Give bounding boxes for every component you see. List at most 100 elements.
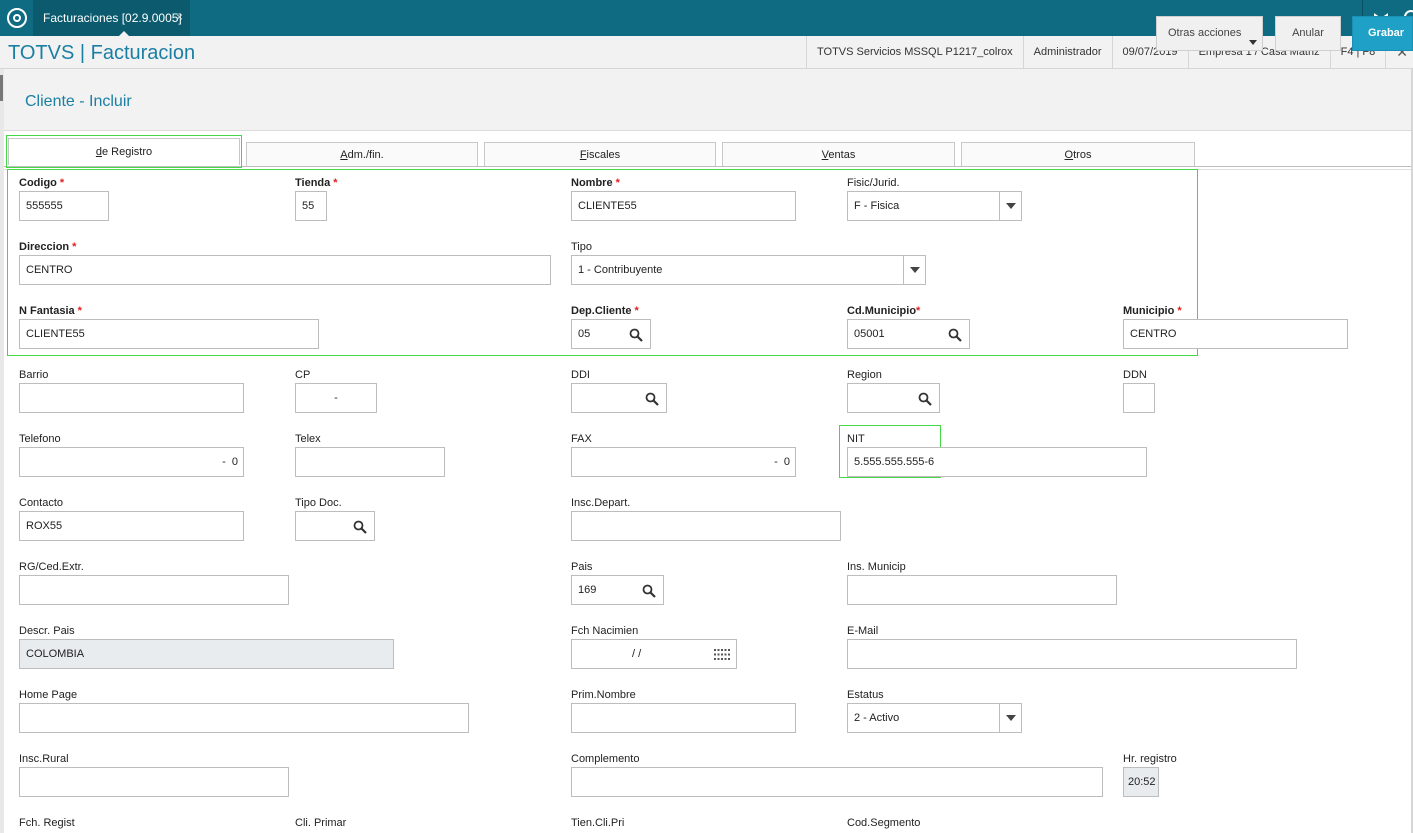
n-fantasia-label: N Fantasia * [19,305,82,317]
tab-otros[interactable]: Otros [961,142,1195,167]
direccion-field[interactable]: CENTRO [19,255,551,285]
tab-ventas[interactable]: Ventas [722,142,955,167]
municipio-label: Municipio * [1123,305,1182,317]
ddi-field[interactable] [571,383,667,413]
telex-field[interactable] [295,447,445,477]
contacto-label: Contacto [19,497,64,509]
tien-cli-pri-label: Tien.Cli.Pri [571,817,625,829]
fisic-jurid-value: F - Fisica [854,200,900,212]
contacto-field[interactable]: ROX55 [19,511,244,541]
n-fantasia-field[interactable]: CLIENTE55 [19,319,319,349]
cp-field[interactable]: - [295,383,377,413]
header-user[interactable]: Administrador [1022,36,1112,69]
otras-acciones-label: Otras acciones [1168,27,1242,39]
tipo-label: Tipo [571,241,592,253]
estatus-select[interactable]: 2 - Activo [847,703,1022,733]
municipio-field[interactable]: CENTRO [1123,319,1348,349]
fisic-jurid-label: Fisic/Jurid. [847,177,900,189]
rg-ced-extr-label: RG/Ced.Extr. [19,561,84,573]
page-title: Cliente - Incluir [25,93,132,110]
insc-rural-field[interactable] [19,767,289,797]
descr-pais-label: Descr. Pais [19,625,75,637]
search-icon[interactable] [642,584,656,598]
app-tab-facturaciones[interactable]: Facturaciones [02.9.0005] × [33,0,190,37]
anular-button[interactable]: Anular [1275,16,1341,51]
insc-rural-label: Insc.Rural [19,753,69,765]
tipo-value: 1 - Contribuyente [578,264,663,276]
home-page-label: Home Page [19,689,78,701]
tab-mnemonic: O [1064,149,1074,161]
fisic-jurid-select[interactable]: F - Fisica [847,191,1022,221]
otras-acciones-button[interactable]: Otras acciones [1156,16,1263,51]
nombre-field[interactable]: CLIENTE55 [571,191,796,221]
search-icon[interactable] [918,392,932,406]
search-icon[interactable] [353,520,367,534]
estatus-value: 2 - Activo [854,712,900,724]
prim-nombre-field[interactable] [571,703,796,733]
search-icon[interactable] [629,328,643,342]
complemento-label: Complemento [571,753,640,765]
tab-divider [4,166,1411,167]
calendar-icon[interactable] [714,649,730,660]
tienda-field[interactable]: 55 [295,191,327,221]
region-label: Region [847,369,882,381]
nit-field[interactable]: 5.555.555.555-6 [847,447,1147,477]
left-edge [0,69,4,833]
pais-label: Pais [571,561,593,573]
fch-nacimien-value: / / [632,648,642,660]
hr-registro-label: Hr. registro [1123,753,1177,765]
tab-fiscales[interactable]: Fiscales [484,142,716,167]
fax-field[interactable]: - 0 [571,447,796,477]
prim-nombre-label: Prim.Nombre [571,689,636,701]
fch-nacimien-field[interactable]: / / [571,639,737,669]
search-icon[interactable] [948,328,962,342]
tab-adm-fin[interactable]: Adm./fin. [246,142,478,167]
cd-municipio-field[interactable]: 05001 [847,319,970,349]
codigo-label: Codigo * [19,177,65,189]
ddn-label: DDN [1123,369,1147,381]
chevron-down-icon[interactable] [999,704,1021,732]
page-header: Cliente - Incluir [4,69,1411,131]
ddn-field[interactable] [1123,383,1155,413]
totvs-logo-icon[interactable] [7,8,27,28]
telefono-field[interactable]: - 0 [19,447,244,477]
cod-segmento-label: Cod.Segmento [847,817,921,829]
chevron-down-icon[interactable] [999,192,1021,220]
tab-de-registro[interactable]: de Registro [8,138,240,165]
region-field[interactable] [847,383,940,413]
nombre-label: Nombre * [571,177,620,189]
email-field[interactable] [847,639,1297,669]
codigo-field[interactable]: 555555 [19,191,109,221]
fax-label: FAX [571,433,592,445]
tab-label: dm./fin. [347,149,384,161]
dep-cliente-field[interactable]: 05 [571,319,651,349]
chevron-down-icon [1249,40,1257,45]
grabar-button[interactable]: Grabar [1352,16,1413,51]
header-environment[interactable]: TOTVS Servicios MSSQL P1217_colrox [806,36,1023,69]
descr-pais-field: COLOMBIA [19,639,394,669]
ins-municip-field[interactable] [847,575,1117,605]
dep-cliente-value: 05 [578,328,591,340]
dep-cliente-label: Dep.Cliente * [571,305,639,317]
rg-ced-extr-field[interactable] [19,575,289,605]
tipo-doc-field[interactable] [295,511,375,541]
home-page-field[interactable] [19,703,469,733]
complemento-field[interactable] [571,767,1103,797]
cp-label: CP [295,369,311,381]
search-icon[interactable] [645,392,659,406]
chevron-down-icon[interactable] [903,256,925,284]
tipo-select[interactable]: 1 - Contribuyente [571,255,926,285]
cd-municipio-value: 05001 [854,328,885,340]
nit-label: NIT [847,433,865,445]
app-brand: TOTVS | Facturacion [8,42,196,64]
tab-divider-inner [4,169,1411,170]
tipo-doc-label: Tipo Doc. [295,497,342,509]
insc-depart-field[interactable] [571,511,841,541]
tienda-label: Tienda * [295,177,338,189]
barrio-label: Barrio [19,369,49,381]
tab-label: tros [1073,149,1092,161]
pais-field[interactable]: 169 [571,575,664,605]
cli-primar-label: Cli. Primar [295,817,347,829]
barrio-field[interactable] [19,383,244,413]
close-icon[interactable]: × [176,10,183,24]
